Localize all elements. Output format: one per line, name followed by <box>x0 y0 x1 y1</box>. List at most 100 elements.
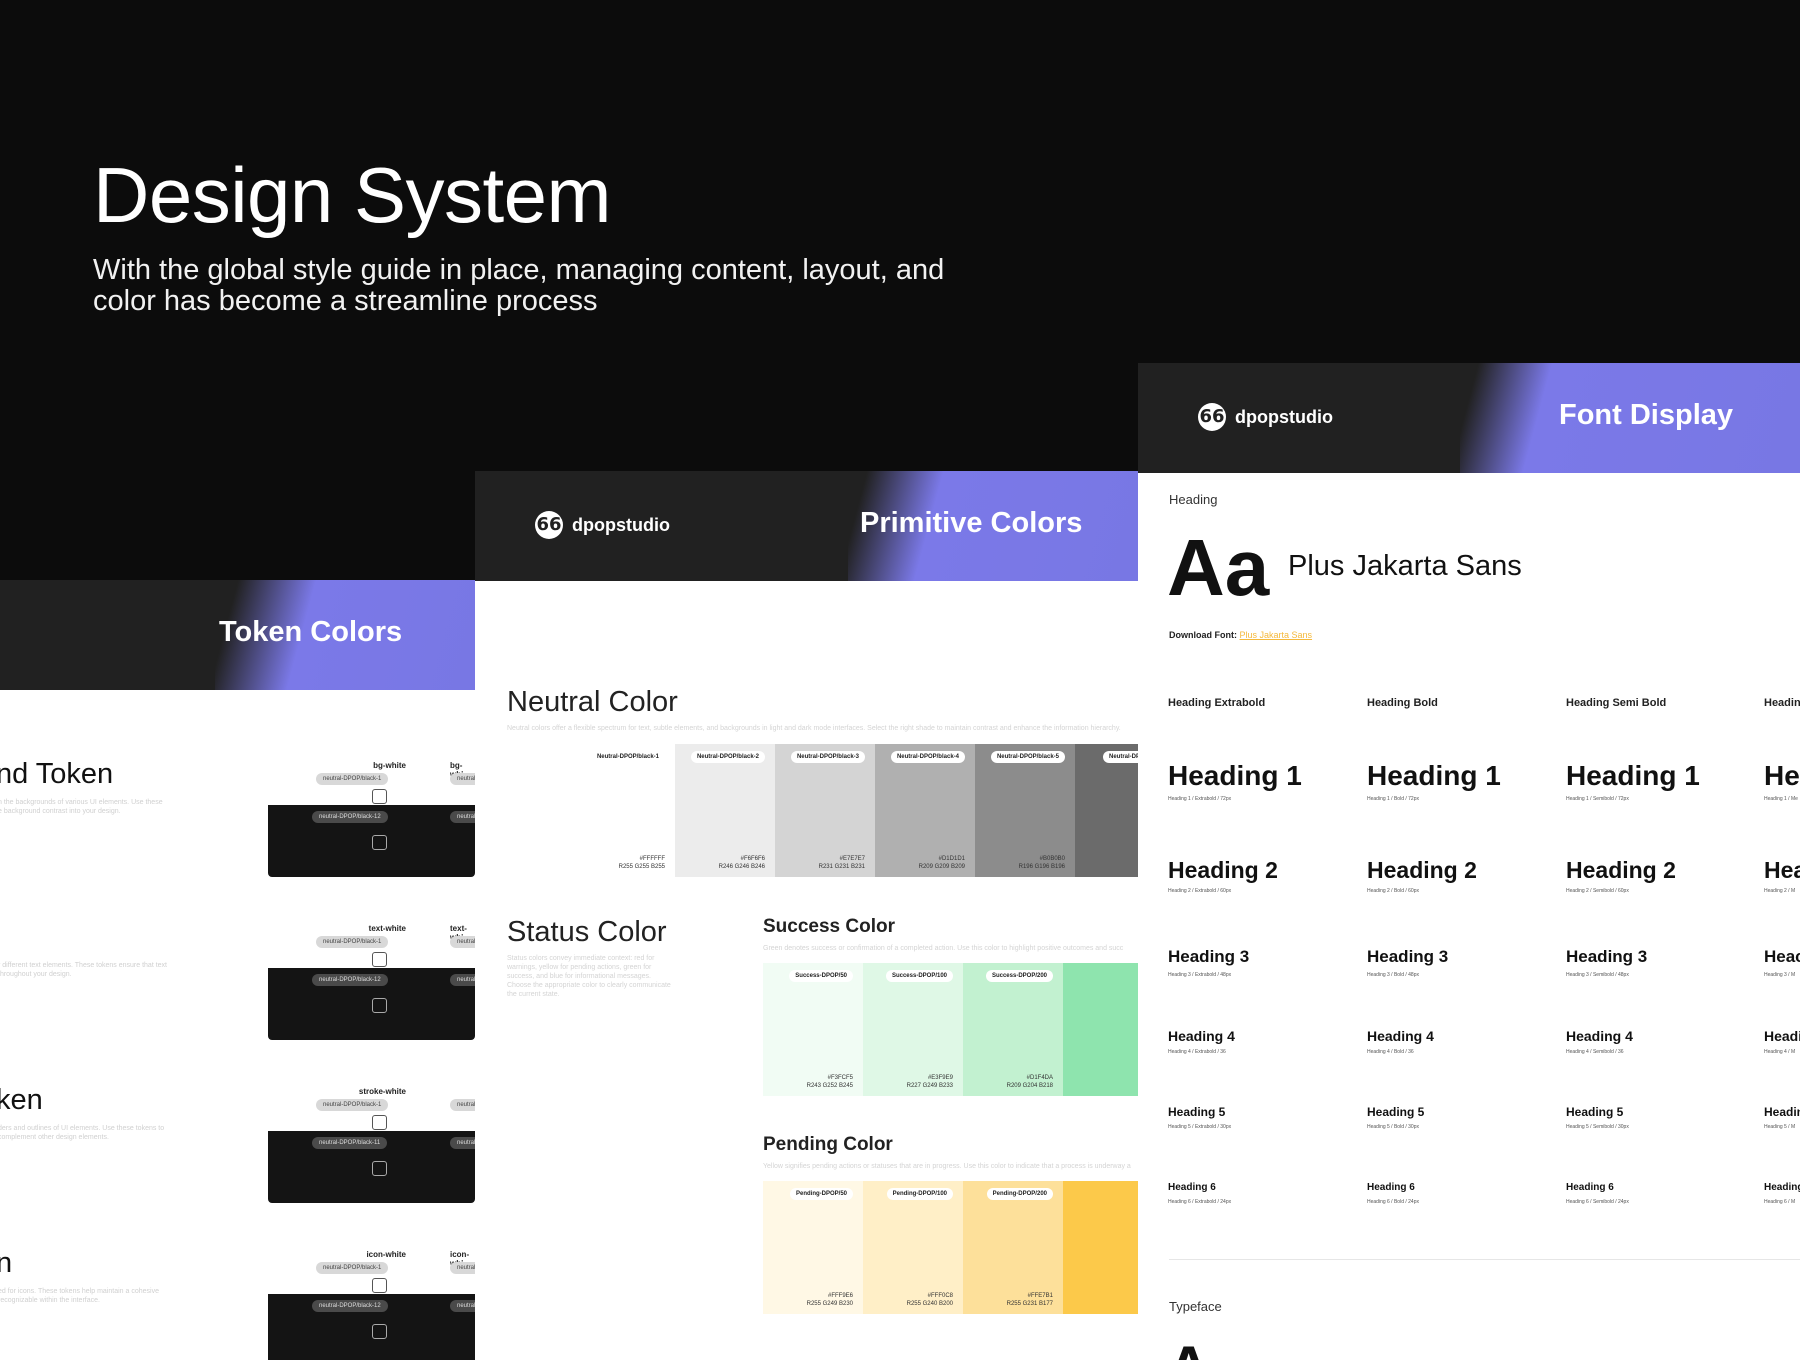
heading-sample: Heading 4 <box>1168 1028 1235 1044</box>
heading-sample-meta: Heading 5 / M <box>1764 1124 1796 1130</box>
font-name: Plus Jakarta Sans <box>1288 550 1522 582</box>
token-checkbox-dark[interactable] <box>372 835 387 850</box>
token-section-desc: ed for icons. These tokens help maintain… <box>0 1288 159 1304</box>
heading-sample-meta: Heading 6 / M <box>1764 1199 1796 1205</box>
heading-sample: Heading 4 <box>1367 1028 1434 1044</box>
brand-name: dpopstudio <box>1235 406 1333 427</box>
token-pill-dark: neutral-DPOP/black-12 <box>312 1300 388 1312</box>
neutral-swatch[interactable]: Neutral-DPOP/black-3 #E7E7E7 R231 G231 B23… <box>775 744 875 877</box>
token-checkbox[interactable] <box>372 952 387 967</box>
primitive-banner-title: Primitive Colors <box>860 507 1083 539</box>
neutral-swatch-rgb: R246 G246 B246 <box>718 864 765 870</box>
heading-sample: Heading 1 <box>1566 760 1700 791</box>
quote-mark-icon: 66 <box>1198 403 1226 431</box>
typeface-label: Typeface <box>1169 1299 1222 1314</box>
download-font-link[interactable]: Plus Jakarta Sans <box>1240 630 1313 640</box>
heading-sample-meta: Heading 5 / Extrabold / 30px <box>1168 1124 1232 1130</box>
success-swatch-label: Success-DPOP/200 <box>985 970 1053 982</box>
neutral-swatch-label: Neutral-DPOP/black-3 <box>790 751 865 763</box>
token-section-title: ken <box>0 1084 43 1116</box>
success-swatch-value: #F3FCF5 R243 G252 B245 <box>807 1074 853 1090</box>
token-checkbox[interactable] <box>372 789 387 804</box>
token-section-title: nd Token <box>0 758 114 790</box>
token-checkbox[interactable] <box>372 1278 387 1293</box>
heading-sample: Heading 6 <box>1367 1182 1415 1193</box>
success-swatch[interactable]: Success-DPOP/50 #F3FCF5 R243 G252 B245 <box>763 963 863 1096</box>
token-checkbox[interactable] <box>372 1115 387 1130</box>
primitive-colors-panel: 66 dpopstudio Primitive Colors Neutral C… <box>475 471 1138 1360</box>
brand-logo: 66 dpopstudio <box>1198 403 1333 431</box>
token-name: icon-white <box>366 1250 406 1259</box>
heading-sample: Heading 3 <box>1168 947 1250 966</box>
pending-swatch[interactable]: Pending-DPOP/200 #FFE7B1 R255 G231 B177 <box>963 1181 1063 1314</box>
token-checkbox-dark[interactable] <box>372 1161 387 1176</box>
neutral-swatch-label: Neutral-DPOP/black-1 <box>590 751 665 763</box>
heading-sample: Heading 6 <box>1168 1182 1216 1193</box>
success-swatch-rgb: R227 G249 B233 <box>906 1083 953 1089</box>
neutral-swatch[interactable]: Neutral-DPOP/bla#8R176 G17 <box>1075 744 1138 877</box>
token-card: text-whiteneutral-DPOP/black-1text-whine… <box>268 916 475 1040</box>
token-pill-side: neutral-D <box>450 1099 475 1111</box>
heading-sample-meta: Heading 1 / Bold / 72px <box>1367 796 1419 802</box>
token-pill-dark: neutral-DPOP/black-11 <box>312 1137 388 1149</box>
heading-sample-meta: Heading 5 / Bold / 30px <box>1367 1124 1419 1130</box>
token-checkbox-dark[interactable] <box>372 1324 387 1339</box>
success-color-desc: Green denotes success or confirmation of… <box>763 945 1124 952</box>
brand-name: dpopstudio <box>572 514 670 535</box>
neutral-swatch-hex: #FFFFFF <box>639 856 665 862</box>
heading-sample-meta: Heading 3 / Bold / 48px <box>1367 972 1419 978</box>
heading-sample-meta: Heading 2 / M <box>1764 888 1796 894</box>
neutral-swatch-label: Neutral-DPOP/black-4 <box>890 751 965 763</box>
neutral-color-title: Neutral Color <box>507 686 678 718</box>
heading-sample: Heading 2 <box>1566 857 1676 883</box>
token-section-desc: n the backgrounds of various UI elements… <box>0 799 163 815</box>
font-banner: 66 dpopstudio Font Display <box>1138 363 1800 473</box>
heading-sample: Heading 2 <box>1168 857 1278 883</box>
heading-sample: Heading 5 <box>1566 1105 1624 1119</box>
heading-sample: Heading 3 <box>1367 947 1449 966</box>
token-checkbox-dark[interactable] <box>372 998 387 1013</box>
page-subtitle: With the global style guide in place, ma… <box>93 254 945 317</box>
heading-sample-meta: Heading 6 / Semibold / 24px <box>1566 1199 1629 1205</box>
neutral-swatch[interactable]: Neutral-DPOP/black-2 #F6F6F6 R246 G246 B24… <box>675 744 775 877</box>
success-swatch[interactable]: Success-DPOP/200 #D1F4DA R209 G204 B218 <box>963 963 1063 1096</box>
token-pill: neutral-DPOP/black-1 <box>316 773 389 785</box>
pending-swatch-rgb: R255 G240 B200 <box>906 1301 953 1307</box>
pending-swatch-label: Pending-DPOP/200 <box>986 1188 1053 1200</box>
font-column-header: Headin <box>1764 697 1800 709</box>
neutral-swatch-hex: #F6F6F6 <box>740 856 765 862</box>
typeface-sample: A <box>1167 1338 1210 1360</box>
token-card: icon-whiteneutral-DPOP/black-1icon-whine… <box>268 1242 475 1360</box>
heading-sample-meta: Heading 5 / Semibold / 30px <box>1566 1124 1629 1130</box>
quote-mark-icon: 66 <box>535 511 563 539</box>
pending-swatch[interactable] <box>1063 1181 1138 1314</box>
heading-sample: Heac <box>1764 947 1800 966</box>
token-pill-dark-side: neutral- <box>450 811 475 823</box>
status-color-desc: Status colors convey immediate context: … <box>507 955 671 998</box>
neutral-swatch-rgb: R196 G196 B196 <box>1018 864 1065 870</box>
success-swatch[interactable] <box>1063 963 1138 1096</box>
heading-sample-meta: Heading 2 / Extrabold / 60px <box>1168 888 1232 894</box>
neutral-swatch-label: Neutral-DPOP/bla <box>1102 751 1138 763</box>
primitive-banner: 66 dpopstudio Primitive Colors <box>475 471 1138 581</box>
neutral-swatch[interactable]: Neutral-DPOP/black-5 #B0B0B0 R196 G196 B19… <box>975 744 1075 877</box>
token-pill-side: neutral- <box>450 773 475 785</box>
token-pill-side: neutral- <box>450 1262 475 1274</box>
success-swatch[interactable]: Success-DPOP/100 #E3F9E9 R227 G249 B233 <box>863 963 963 1096</box>
token-card-light: text-whiteneutral-DPOP/black-1text-whine… <box>268 916 475 968</box>
success-color-title: Success Color <box>763 916 895 937</box>
token-pill-dark-side: neutral- <box>450 1300 475 1312</box>
token-card-dark: neutral-DPOP/black-12 neutral- <box>268 805 475 877</box>
neutral-swatch[interactable]: Neutral-DPOP/black-4 #D1D1D1 R209 G209 B20… <box>875 744 975 877</box>
success-swatch-hex: #D1F4DA <box>1026 1075 1053 1081</box>
pending-swatch[interactable]: Pending-DPOP/100 #FFF0C8 R255 G240 B200 <box>863 1181 963 1314</box>
token-pill-dark-side: neutral- <box>450 974 475 986</box>
font-display-panel: 66 dpopstudio Font Display Heading Aa Pl… <box>1138 363 1800 1360</box>
neutral-swatch[interactable]: Neutral-DPOP/black-1 #FFFFFF R255 G255 B25… <box>575 744 675 877</box>
token-colors-panel: Token Colors nd Token n the backgrounds o… <box>0 580 475 1360</box>
pending-swatch[interactable]: Pending-DPOP/50 #FFF9E6 R255 G249 B230 <box>763 1181 863 1314</box>
success-swatch-rgb: R209 G204 B218 <box>1006 1083 1053 1089</box>
success-swatch-hex: #F3FCF5 <box>827 1075 853 1081</box>
token-section-desc: r different text elements. These tokens … <box>0 962 168 978</box>
pending-swatch-hex: #FFF0C8 <box>927 1293 953 1299</box>
